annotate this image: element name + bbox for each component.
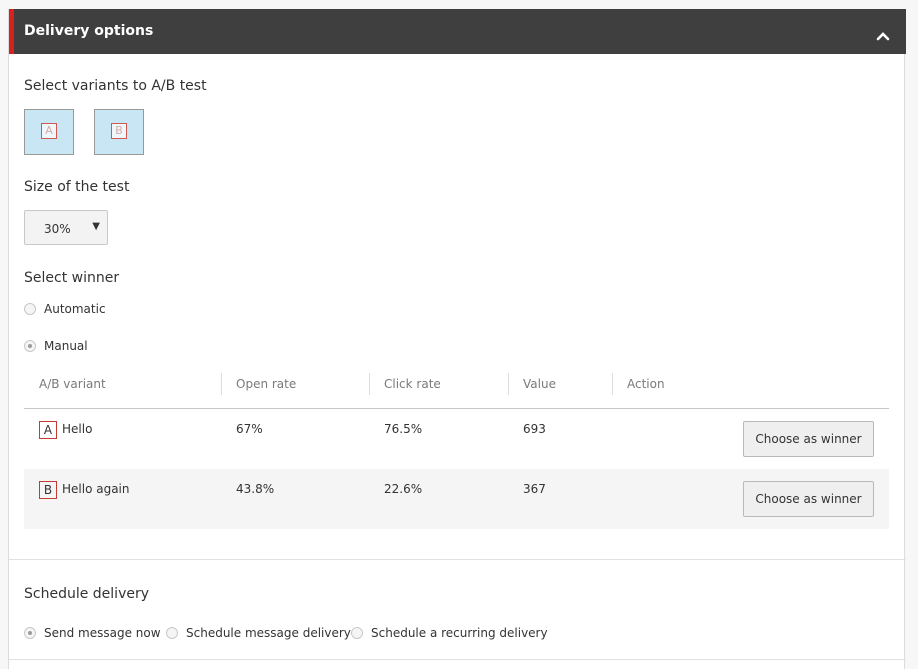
panel-title: Delivery options (24, 23, 154, 39)
value-cell: 693 (523, 422, 546, 436)
open-rate-cell: 43.8% (236, 482, 275, 496)
variant-tile-a[interactable]: A (24, 109, 74, 155)
variant-badge: A (39, 421, 57, 439)
section-divider (9, 559, 906, 560)
variant-b-label: B (111, 123, 127, 139)
col-header-value: Value (523, 377, 556, 391)
table-row: B Hello again 43.8% 22.6% 367 Choose as … (24, 469, 889, 529)
radio-recurring-delivery[interactable] (351, 627, 363, 639)
radio-schedule-delivery[interactable] (166, 627, 178, 639)
col-separator (221, 373, 222, 395)
caret-down-icon: ▼ (92, 221, 100, 232)
radio-schedule-delivery-label[interactable]: Schedule message delivery (186, 626, 351, 640)
variant-tile-b[interactable]: B (94, 109, 144, 155)
radio-recurring-delivery-label[interactable]: Schedule a recurring delivery (371, 626, 548, 640)
radio-manual-label[interactable]: Manual (44, 339, 88, 353)
chevron-up-icon[interactable] (876, 26, 890, 41)
col-separator (508, 373, 509, 395)
col-header-action: Action (627, 377, 665, 391)
col-separator (612, 373, 613, 395)
variant-name: Hello (62, 422, 93, 436)
section-divider (9, 659, 906, 660)
choose-winner-button[interactable]: Choose as winner (743, 481, 874, 517)
variant-name: Hello again (62, 482, 130, 496)
test-size-select[interactable]: 30% ▼ (24, 210, 108, 245)
col-header-open-rate: Open rate (236, 377, 297, 391)
table-row: A Hello 67% 76.5% 693 Choose as winner (24, 409, 889, 469)
click-rate-cell: 22.6% (384, 482, 423, 496)
col-separator (369, 373, 370, 395)
col-header-variant: A/B variant (39, 377, 106, 391)
radio-send-now-label[interactable]: Send message now (44, 626, 161, 640)
delivery-options-panel: Delivery options Select variants to A/B … (8, 9, 906, 669)
radio-automatic[interactable] (24, 303, 36, 315)
variant-a-label: A (41, 123, 57, 139)
test-size-value: 30% (44, 222, 71, 236)
radio-automatic-label[interactable]: Automatic (44, 302, 106, 316)
value-cell: 367 (523, 482, 546, 496)
choose-winner-button[interactable]: Choose as winner (743, 421, 874, 457)
radio-send-now[interactable] (24, 627, 36, 639)
col-header-click-rate: Click rate (384, 377, 441, 391)
winner-section-title: Select winner (24, 270, 120, 286)
panel-header[interactable]: Delivery options (9, 9, 906, 54)
schedule-section-title: Schedule delivery (24, 586, 150, 602)
radio-manual[interactable] (24, 340, 36, 352)
variant-badge: B (39, 481, 57, 499)
ab-test-section-title: Select variants to A/B test (24, 78, 207, 94)
open-rate-cell: 67% (236, 422, 263, 436)
test-size-section-title: Size of the test (24, 179, 130, 195)
click-rate-cell: 76.5% (384, 422, 423, 436)
